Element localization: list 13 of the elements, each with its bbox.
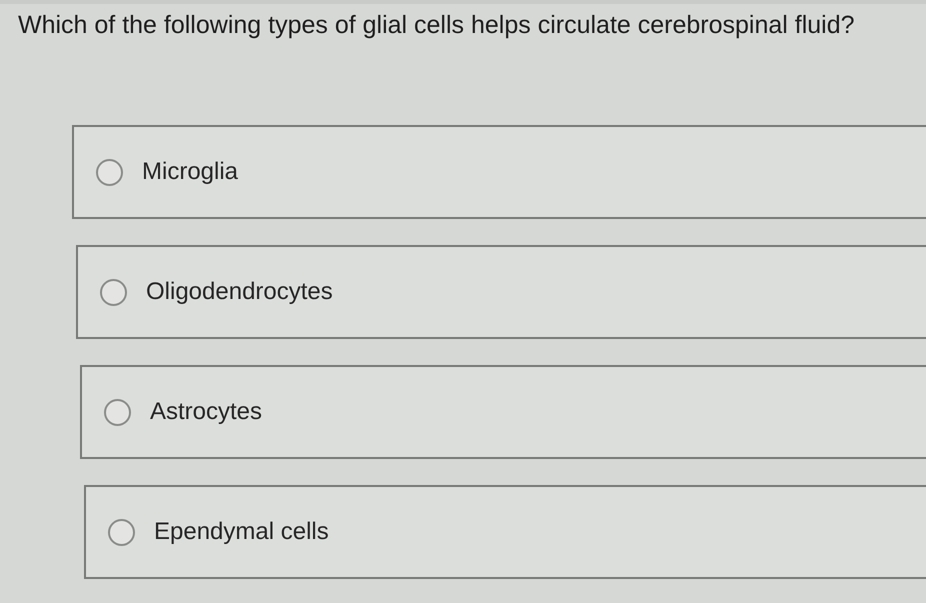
radio-button[interactable]	[96, 158, 123, 186]
radio-button[interactable]	[108, 518, 135, 546]
answer-option[interactable]: Oligodendrocytes	[76, 245, 926, 339]
option-label: Oligodendrocytes	[146, 277, 333, 307]
option-label: Astrocytes	[150, 397, 262, 427]
option-label: Microglia	[142, 157, 238, 187]
answer-option[interactable]: Microglia	[72, 125, 926, 219]
answer-option[interactable]: Ependymal cells	[84, 485, 926, 579]
answer-option[interactable]: Astrocytes	[80, 365, 926, 459]
radio-button[interactable]	[104, 398, 131, 426]
option-label: Ependymal cells	[154, 517, 329, 547]
radio-button[interactable]	[100, 278, 127, 306]
question-text: Which of the following types of glial cells helps circulate cerebrospinal fluid?	[18, 10, 856, 40]
